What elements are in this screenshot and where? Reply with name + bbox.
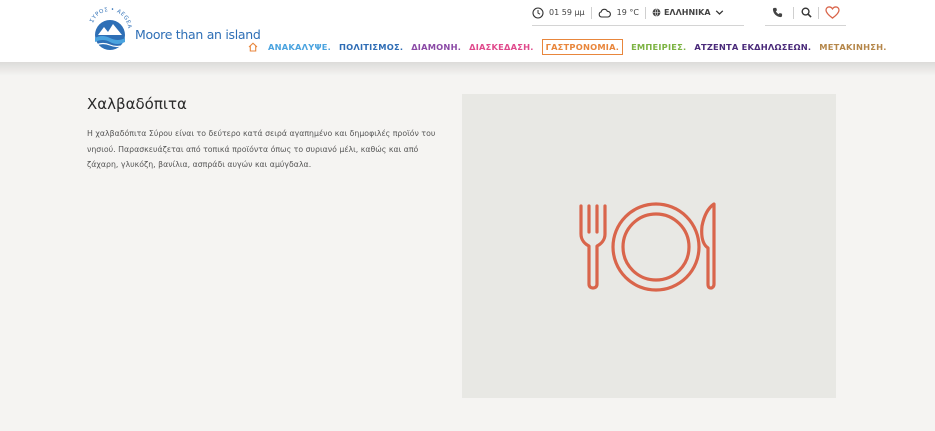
nav-item-accommodation[interactable]: ΔΙΑΜΟΝΗ. <box>411 39 461 55</box>
nav-item-events[interactable]: ΑΤΖΕΝΤΑ ΕΚΔΗΛΩΣΕΩΝ. <box>694 39 811 55</box>
time-display: 01 59 μμ <box>532 6 585 19</box>
clock-icon <box>532 6 544 19</box>
action-bar <box>765 0 846 26</box>
divider <box>644 6 646 19</box>
nav-item-gastronomy[interactable]: ΓΑΣΤΡΟΝΟΜΙΑ. <box>541 38 624 55</box>
nav-item-transport[interactable]: ΜΕΤΑΚΙΝΗΣΗ. <box>819 39 886 55</box>
nav-item-entertainment[interactable]: ΔΙΑΣΚΕΔΑΣΗ. <box>469 39 534 55</box>
language-label: ΕΛΛΗΝΙΚΑ <box>663 8 711 17</box>
temperature-text: 19 °C <box>616 8 639 17</box>
nav-item-discover[interactable]: ΑΝΑΚΑΛΥΨΕ. <box>268 39 331 55</box>
logo-tagline: Moore than an island <box>135 27 261 42</box>
divider <box>590 6 592 19</box>
time-text: 01 59 μμ <box>549 8 585 17</box>
header-shadow <box>0 62 935 76</box>
nav-item-experiences[interactable]: ΕΜΠΕΙΡΙΕΣ. <box>631 39 686 55</box>
nav-home[interactable] <box>248 39 258 55</box>
globe-icon <box>652 8 661 17</box>
nav-item-culture[interactable]: ΠΟΛΙΤΙΣΜΟΣ. <box>339 39 403 55</box>
home-icon <box>248 41 258 52</box>
divider <box>793 6 794 19</box>
cutlery-plate-icon <box>579 202 716 292</box>
phone-icon <box>772 7 782 18</box>
favorites-button[interactable] <box>823 5 841 21</box>
page-title: Χαλβαδόπιτα <box>87 95 187 113</box>
language-select[interactable]: ΕΛΛΗΝΙΚΑ <box>652 8 724 17</box>
site-header: ΣΥΡΟΣ • AEGEAN SEA Moore than an island … <box>0 0 935 62</box>
weather-display: 19 °C <box>598 8 639 18</box>
search-button[interactable] <box>798 5 814 21</box>
divider <box>818 6 819 19</box>
logo-emblem-icon: ΣΥΡΟΣ • AEGEAN SEA <box>86 5 132 50</box>
page-description: Η χαλβαδόπιτα Σύρου είναι το δεύτερο κατ… <box>87 129 436 169</box>
media-placeholder <box>462 94 836 398</box>
cloud-icon <box>598 8 611 18</box>
search-icon <box>801 7 812 18</box>
heart-icon <box>824 6 840 19</box>
info-bar: 01 59 μμ 19 °C ΕΛΛΗΝΙΚΑ <box>532 0 744 26</box>
chevron-down-icon <box>715 10 723 15</box>
phone-button[interactable] <box>765 5 789 21</box>
site-logo[interactable]: ΣΥΡΟΣ • AEGEAN SEA Moore than an island <box>86 5 261 55</box>
main-nav: ΑΝΑΚΑΛΥΨΕ. ΠΟΛΙΤΙΣΜΟΣ. ΔΙΑΜΟΝΗ. ΔΙΑΣΚΕΔΑ… <box>248 38 895 55</box>
